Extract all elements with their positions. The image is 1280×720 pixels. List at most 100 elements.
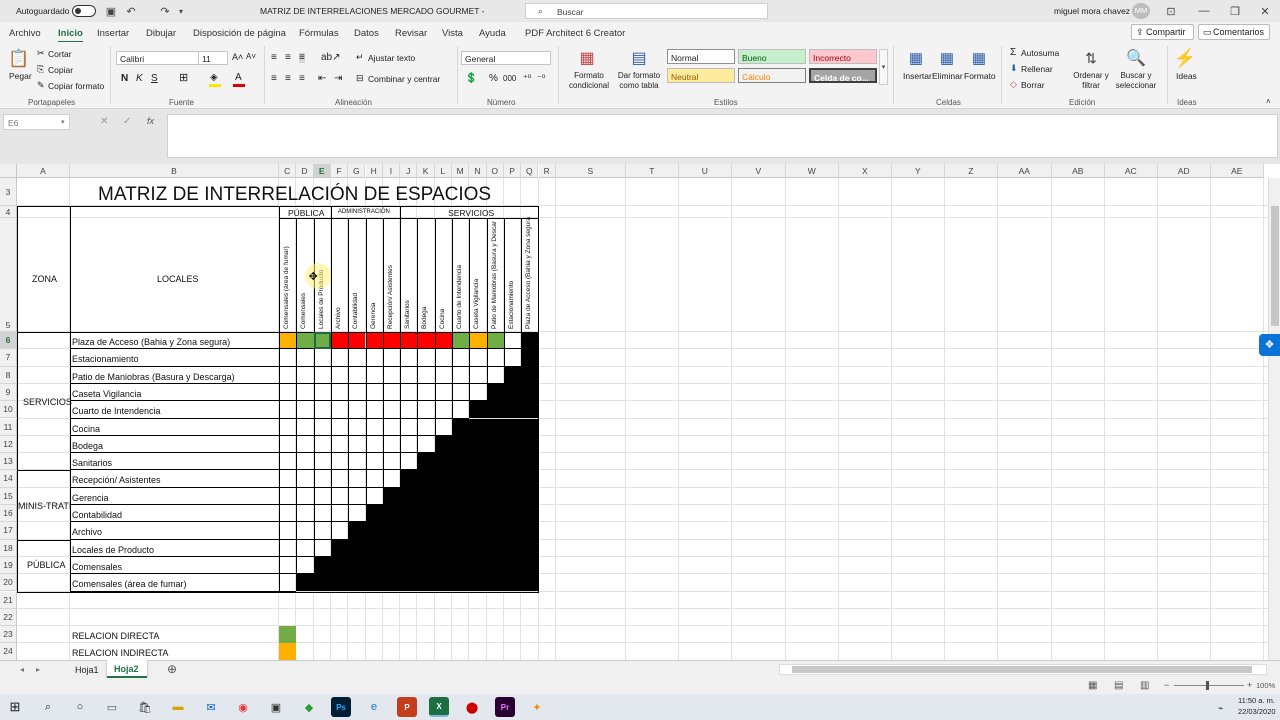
row-header[interactable]: 12 xyxy=(0,435,17,454)
thousands-button[interactable]: 000 xyxy=(503,75,516,83)
row-header[interactable]: 7 xyxy=(0,349,17,367)
row-header[interactable]: 16 xyxy=(0,505,17,523)
align-middle-icon[interactable]: ≡ xyxy=(285,53,291,63)
sketchup-icon[interactable]: ◆ xyxy=(299,697,319,717)
row-header[interactable]: 13 xyxy=(0,453,17,471)
style-celda[interactable]: Celda de co... xyxy=(809,68,877,83)
column-header[interactable]: X xyxy=(838,164,892,178)
undo-icon[interactable]: ↶ xyxy=(124,4,138,18)
paste-label[interactable]: Pegar xyxy=(9,72,32,81)
align-top-icon[interactable]: ≡ xyxy=(271,53,277,63)
tab-pdf-architect[interactable]: PDF Architect 6 Creator xyxy=(525,28,625,39)
row-header[interactable]: 4 xyxy=(0,206,17,218)
underline-button[interactable]: S xyxy=(151,74,158,84)
column-header[interactable]: B xyxy=(70,164,279,178)
column-header[interactable]: U xyxy=(678,164,732,178)
row-header[interactable]: 8 xyxy=(0,366,17,384)
app-icon[interactable]: ▣ xyxy=(266,697,286,717)
redo-icon[interactable]: ↷ xyxy=(158,4,172,18)
column-header[interactable]: H xyxy=(365,164,383,178)
tab-formulas[interactable]: Fórmulas xyxy=(299,28,339,39)
powerpoint-icon[interactable]: P xyxy=(397,697,417,717)
paste-icon[interactable]: 📋 xyxy=(8,48,30,70)
column-header[interactable]: W xyxy=(785,164,839,178)
percent-button[interactable]: % xyxy=(489,74,498,84)
bold-button[interactable]: N xyxy=(121,74,128,84)
cancel-entry-icon[interactable]: ✕ xyxy=(100,117,108,127)
tab-ayuda[interactable]: Ayuda xyxy=(479,28,506,39)
insert-cells-icon[interactable]: ▦ xyxy=(905,48,927,68)
column-header[interactable]: C xyxy=(279,164,297,178)
style-bueno[interactable]: Bueno xyxy=(738,49,806,64)
column-header[interactable]: N xyxy=(469,164,487,178)
table-format-icon[interactable]: ▤ xyxy=(627,48,651,68)
share-button[interactable]: ⇪ Compartir xyxy=(1131,24,1194,40)
tab-datos[interactable]: Datos xyxy=(354,28,379,39)
conditional-format-icon[interactable]: ▦ xyxy=(575,48,599,68)
excel-icon[interactable]: X xyxy=(429,697,449,717)
insert-function-icon[interactable]: fx xyxy=(147,117,154,126)
tab-dibujar[interactable]: Dibujar xyxy=(146,28,176,39)
ribbon-display-icon[interactable]: ⊡ xyxy=(1163,4,1179,18)
row-header[interactable]: 23 xyxy=(0,626,17,644)
copy-button[interactable]: Copiar xyxy=(48,66,73,75)
zoom-level[interactable]: 100% xyxy=(1256,682,1275,690)
sheet-tab-hoja2[interactable]: Hoja2 xyxy=(107,660,147,678)
align-center-icon[interactable]: ≡ xyxy=(285,74,291,84)
worksheet-grid[interactable]: A B C D E F G H I J K L M N O P Q R S T U V W X Y Z AA AB AC AD AE 3 4 5 6… xyxy=(0,164,1280,660)
mail-icon[interactable]: ✉ xyxy=(201,697,221,717)
column-header[interactable]: J xyxy=(400,164,418,178)
photoshop-icon[interactable]: Ps xyxy=(331,697,351,717)
row-header[interactable]: 22 xyxy=(0,608,17,627)
zoom-slider-thumb[interactable] xyxy=(1206,681,1209,690)
formula-input[interactable] xyxy=(167,114,1278,158)
column-header[interactable]: F xyxy=(330,164,349,178)
premiere-icon[interactable]: Pr xyxy=(495,697,515,717)
normal-view-icon[interactable]: ▦ xyxy=(1088,681,1097,691)
clear-button[interactable]: Borrar xyxy=(1021,81,1045,90)
increase-indent-icon[interactable]: ⇥ xyxy=(334,74,342,84)
tab-insertar[interactable]: Insertar xyxy=(97,28,129,39)
active-cell[interactable] xyxy=(313,332,331,350)
select-all-button[interactable] xyxy=(0,164,17,178)
tab-revisar[interactable]: Revisar xyxy=(395,28,427,39)
relation-cell[interactable] xyxy=(452,332,470,350)
tab-disposicion[interactable]: Disposición de página xyxy=(193,28,286,39)
collapse-ribbon-icon[interactable]: ˄ xyxy=(1266,98,1271,106)
column-header[interactable]: D xyxy=(296,164,314,178)
row-header[interactable]: 5 xyxy=(0,218,17,332)
row-header[interactable]: 15 xyxy=(0,487,17,505)
column-header[interactable]: AE xyxy=(1210,164,1264,178)
comments-button[interactable]: ▭ Comentarios xyxy=(1198,24,1270,40)
column-header[interactable]: K xyxy=(417,164,435,178)
find-select-button[interactable]: Buscar y seleccionar xyxy=(1110,71,1162,90)
format-painter-button[interactable]: Copiar formato xyxy=(48,82,104,91)
autosum-button[interactable]: Autosuma xyxy=(1021,49,1059,58)
relation-cell[interactable] xyxy=(434,332,452,350)
add-sheet-icon[interactable]: ⊕ xyxy=(167,663,177,675)
font-size-select[interactable]: 11 xyxy=(198,51,228,65)
ideas-icon[interactable]: ⚡ xyxy=(1174,47,1196,69)
style-incorrecto[interactable]: Incorrecto xyxy=(809,49,877,64)
fill-button[interactable]: Rellenar xyxy=(1021,65,1053,74)
network-icon[interactable]: ⌁ xyxy=(1218,704,1223,713)
relation-cell[interactable] xyxy=(348,332,366,350)
file-explorer-icon[interactable]: ▭ xyxy=(102,697,122,717)
next-sheet-icon[interactable]: ▸ xyxy=(36,666,40,674)
format-cells-button[interactable]: Formato xyxy=(964,72,996,81)
grow-font-icon[interactable]: A˄ xyxy=(232,53,243,62)
zoom-slider[interactable] xyxy=(1174,685,1244,686)
column-header[interactable]: A xyxy=(17,164,70,178)
store-icon[interactable]: 🛍 xyxy=(135,697,155,717)
confirm-entry-icon[interactable]: ✓ xyxy=(123,117,131,127)
name-box[interactable]: E6 ▾ xyxy=(3,114,70,130)
folder-icon[interactable]: ▬ xyxy=(168,697,188,717)
avatar[interactable]: MM xyxy=(1132,3,1150,19)
borders-icon[interactable]: ⊞ xyxy=(179,73,188,84)
column-header[interactable]: AA xyxy=(997,164,1052,178)
vertical-scrollbar[interactable] xyxy=(1268,178,1280,660)
style-neutral[interactable]: Neutral xyxy=(667,68,735,83)
italic-button[interactable]: K xyxy=(136,74,143,84)
tab-archivo[interactable]: Archivo xyxy=(9,28,41,39)
ideas-button[interactable]: Ideas xyxy=(1176,72,1197,81)
